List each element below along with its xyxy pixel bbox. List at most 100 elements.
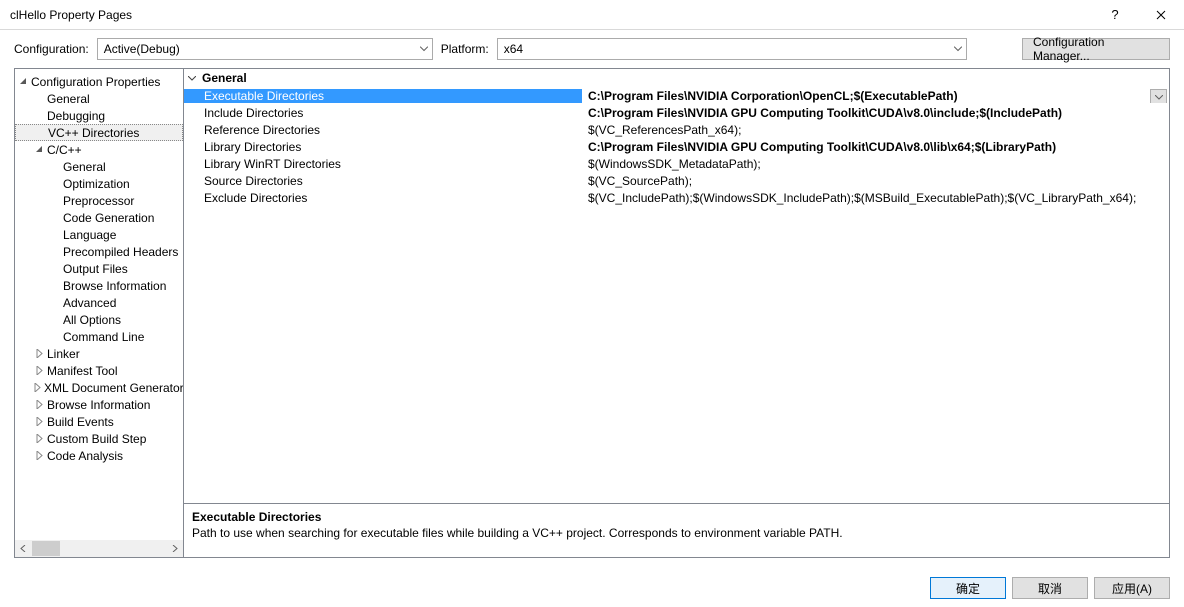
grid-section-label: General (202, 71, 247, 85)
description-title: Executable Directories (192, 510, 1161, 524)
cfgmgr-label: Configuration Manager... (1033, 35, 1159, 63)
configuration-label: Configuration: (14, 42, 89, 56)
tree-item-label: Advanced (61, 296, 116, 310)
tree-item[interactable]: Debugging (15, 107, 183, 124)
collapse-icon[interactable] (17, 77, 29, 86)
scroll-right-icon[interactable] (166, 540, 183, 557)
expand-icon[interactable] (33, 349, 45, 358)
tree-item[interactable]: All Options (15, 311, 183, 328)
tree-item[interactable]: Linker (15, 345, 183, 362)
grid-section-header[interactable]: General (184, 69, 1169, 87)
tree-item[interactable]: Output Files (15, 260, 183, 277)
property-value[interactable]: $(VC_ReferencesPath_x64); (582, 123, 1169, 137)
tree-item[interactable]: Precompiled Headers (15, 243, 183, 260)
tree-item[interactable]: General (15, 158, 183, 175)
tree-item-label: Code Generation (61, 211, 154, 225)
expand-icon[interactable] (33, 417, 45, 426)
tree-item[interactable]: Language (15, 226, 183, 243)
property-value[interactable]: $(VC_SourcePath); (582, 174, 1169, 188)
tree-item-label: Code Analysis (45, 449, 123, 463)
collapse-icon[interactable] (188, 76, 202, 81)
scrollbar-thumb[interactable] (32, 541, 60, 556)
property-name: Include Directories (184, 106, 582, 120)
tree-item-label: Debugging (45, 109, 105, 123)
property-name: Executable Directories (184, 89, 582, 103)
tree-root[interactable]: Configuration Properties (15, 73, 183, 90)
configuration-manager-button[interactable]: Configuration Manager... (1022, 38, 1170, 60)
tree-item[interactable]: General (15, 90, 183, 107)
close-icon (1156, 10, 1166, 20)
scroll-left-icon[interactable] (15, 540, 32, 557)
tree-item-label: Precompiled Headers (61, 245, 178, 259)
chevron-down-icon (420, 47, 428, 52)
tree-item[interactable]: Browse Information (15, 277, 183, 294)
property-name: Library WinRT Directories (184, 157, 582, 171)
close-button[interactable] (1138, 0, 1184, 30)
tree-hscrollbar[interactable] (15, 540, 183, 557)
property-value[interactable]: C:\Program Files\NVIDIA GPU Computing To… (582, 140, 1169, 154)
tree-item-label: Linker (45, 347, 80, 361)
tree-item[interactable]: Optimization (15, 175, 183, 192)
tree-item-label: Preprocessor (61, 194, 134, 208)
grid-row[interactable]: Include DirectoriesC:\Program Files\NVID… (184, 104, 1169, 121)
expand-icon[interactable] (33, 400, 45, 409)
property-grid: General Executable DirectoriesC:\Program… (184, 69, 1169, 503)
cancel-button[interactable]: 取消 (1012, 577, 1088, 599)
main-panel: Configuration Properties General Debuggin… (14, 68, 1170, 558)
ok-button[interactable]: 确定 (930, 577, 1006, 599)
expand-icon[interactable] (33, 434, 45, 443)
grid-row[interactable]: Library WinRT Directories$(WindowsSDK_Me… (184, 155, 1169, 172)
tree-item[interactable]: XML Document Generator (15, 379, 183, 396)
configuration-combo[interactable]: Active(Debug) (97, 38, 433, 60)
ok-label: 确定 (956, 580, 980, 597)
window-buttons: ? (1092, 0, 1184, 30)
tree-item[interactable]: VC++ Directories (15, 124, 183, 141)
tree-item-label: General (61, 160, 106, 174)
expand-icon[interactable] (33, 451, 45, 460)
tree-item-label: Optimization (61, 177, 130, 191)
platform-combo[interactable]: x64 (497, 38, 967, 60)
collapse-icon[interactable] (33, 145, 45, 154)
property-name: Reference Directories (184, 123, 582, 137)
grid-row[interactable]: Exclude Directories$(VC_IncludePath);$(W… (184, 189, 1169, 206)
chevron-down-icon (1155, 95, 1163, 100)
property-value[interactable]: C:\Program Files\NVIDIA GPU Computing To… (582, 106, 1169, 120)
tree-item[interactable]: Code Generation (15, 209, 183, 226)
tree-item[interactable]: Manifest Tool (15, 362, 183, 379)
grid-row[interactable]: Executable DirectoriesC:\Program Files\N… (184, 87, 1169, 104)
tree-item[interactable]: Code Analysis (15, 447, 183, 464)
tree-item-label: Output Files (61, 262, 128, 276)
property-value[interactable]: C:\Program Files\NVIDIA Corporation\Open… (582, 89, 1169, 103)
property-value[interactable]: $(VC_IncludePath);$(WindowsSDK_IncludePa… (582, 191, 1169, 205)
property-value[interactable]: $(WindowsSDK_MetadataPath); (582, 157, 1169, 171)
dropdown-button[interactable] (1150, 89, 1167, 103)
apply-button[interactable]: 应用(A) (1094, 577, 1170, 599)
tree-item-label: Browse Information (45, 398, 150, 412)
tree-item[interactable]: Command Line (15, 328, 183, 345)
grid-row[interactable]: Library DirectoriesC:\Program Files\NVID… (184, 138, 1169, 155)
tree-item-label: Browse Information (61, 279, 166, 293)
expand-icon[interactable] (33, 383, 42, 392)
expand-icon[interactable] (33, 366, 45, 375)
tree-item[interactable]: Advanced (15, 294, 183, 311)
platform-label: Platform: (441, 42, 489, 56)
tree-item-label: Language (61, 228, 116, 242)
tree-item[interactable]: Custom Build Step (15, 430, 183, 447)
tree-item-label: Manifest Tool (45, 364, 117, 378)
chevron-down-icon (954, 47, 962, 52)
tree-item[interactable]: C/C++ (15, 141, 183, 158)
tree-item-label: XML Document Generator (42, 381, 184, 395)
tree-item[interactable]: Browse Information (15, 396, 183, 413)
tree-item[interactable]: Build Events (15, 413, 183, 430)
help-button[interactable]: ? (1092, 0, 1138, 30)
top-controls: Configuration: Active(Debug) Platform: x… (0, 30, 1184, 68)
tree-item[interactable]: Preprocessor (15, 192, 183, 209)
property-tree: Configuration Properties General Debuggin… (15, 69, 184, 557)
grid-row[interactable]: Source Directories$(VC_SourcePath); (184, 172, 1169, 189)
tree-item-label: Command Line (61, 330, 144, 344)
apply-label: 应用(A) (1112, 580, 1152, 597)
tree-item-label: VC++ Directories (46, 126, 139, 140)
grid-row[interactable]: Reference Directories$(VC_ReferencesPath… (184, 121, 1169, 138)
tree-item-label: Build Events (45, 415, 114, 429)
tree-item-label: All Options (61, 313, 121, 327)
